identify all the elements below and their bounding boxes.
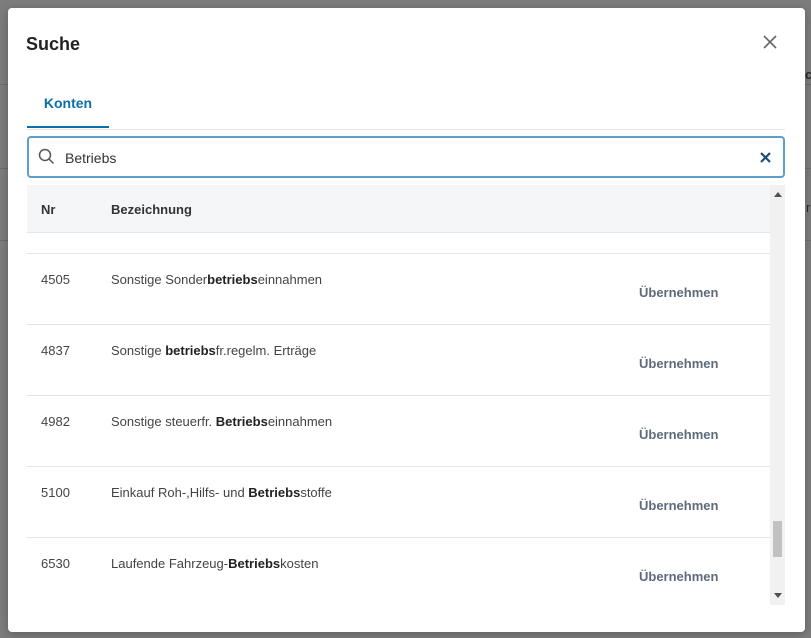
search-dialog: Suche Konten Nr Bezeichnung 4505 Sonstige… — [8, 8, 805, 632]
uebernehmen-button[interactable]: Übernehmen — [639, 496, 749, 514]
description-text: einnahmen — [257, 272, 323, 287]
uebernehmen-button[interactable]: Übernehmen — [639, 283, 749, 301]
column-header-bezeichnung: Bezeichnung — [111, 202, 192, 217]
description-text: Sonstige — [111, 343, 166, 358]
search-field[interactable] — [27, 136, 785, 178]
account-number: 4837 — [41, 343, 70, 358]
description-text: Sonstige Sonder — [111, 272, 208, 287]
description-text: Laufende Fahrzeug- — [111, 556, 229, 571]
search-highlight: Betriebs — [228, 556, 281, 571]
tab-konten[interactable]: Konten — [27, 92, 109, 128]
search-highlight: Betriebs — [215, 414, 268, 429]
account-description: Sonstige steuerfr. Betriebseinnahmen — [111, 414, 332, 429]
background-text-fragment: r — [806, 200, 811, 215]
table-row: 5100 Einkauf Roh-,Hilfs- und Betriebsstof… — [27, 467, 770, 538]
column-header-nr: Nr — [41, 202, 56, 217]
results-table: Nr Bezeichnung 4505 Sonstige Sonderbetrie… — [27, 185, 770, 605]
dialog-title: Suche — [26, 34, 81, 54]
account-number: 6530 — [41, 556, 70, 571]
account-description: Laufende Fahrzeug-Betriebskosten — [111, 556, 318, 571]
search-highlight: Betriebs — [248, 485, 301, 500]
close-button[interactable] — [760, 32, 780, 52]
table-row: 6530 Laufende Fahrzeug-Betriebskosten Über… — [27, 538, 770, 605]
clear-search-button[interactable] — [757, 149, 773, 165]
clear-icon — [759, 151, 771, 163]
account-number: 5100 — [41, 485, 70, 500]
search-highlight: betriebs — [165, 343, 216, 358]
uebernehmen-button[interactable]: Übernehmen — [639, 567, 749, 585]
account-number: 4982 — [41, 414, 70, 429]
table-body: 4505 Sonstige Sonderbetriebseinnahmen Über… — [27, 233, 770, 605]
table-header: Nr Bezeichnung — [27, 185, 770, 233]
scroll-up-button[interactable] — [770, 187, 785, 201]
arrow-up-icon — [773, 192, 782, 197]
scrollbar[interactable] — [770, 185, 785, 605]
description-text: fr.regelm. Erträge — [215, 343, 317, 358]
description-text: stoffe — [300, 485, 332, 500]
uebernehmen-button[interactable]: Übernehmen — [639, 354, 749, 372]
account-description: Einkauf Roh-,Hilfs- und Betriebsstoffe — [111, 485, 332, 500]
description-text: Einkauf Roh-,Hilfs- und — [111, 485, 249, 500]
scrollbar-thumb[interactable] — [773, 521, 782, 557]
search-highlight: betriebs — [207, 272, 258, 287]
table-row-partial — [27, 233, 770, 254]
background-text-fragment: c — [805, 67, 811, 82]
account-description: Sonstige betriebsfr.regelm. Erträge — [111, 343, 316, 358]
table-row: 4837 Sonstige betriebsfr.regelm. Erträge Ü… — [27, 325, 770, 396]
description-text: einnahmen — [267, 414, 333, 429]
account-number: 4505 — [41, 272, 70, 287]
search-input[interactable] — [63, 146, 747, 170]
scroll-down-button[interactable] — [770, 589, 785, 603]
close-icon — [763, 35, 777, 49]
description-text: Sonstige steuerfr. — [111, 414, 216, 429]
account-description: Sonstige Sonderbetriebseinnahmen — [111, 272, 322, 287]
uebernehmen-button[interactable]: Übernehmen — [639, 425, 749, 443]
table-row: 4505 Sonstige Sonderbetriebseinnahmen Über… — [27, 254, 770, 325]
description-text: kosten — [280, 556, 319, 571]
table-row: 4982 Sonstige steuerfr. Betriebseinnahmen… — [27, 396, 770, 467]
search-icon — [38, 148, 55, 165]
arrow-down-icon — [773, 593, 782, 598]
tab-bar: Konten — [27, 92, 785, 130]
